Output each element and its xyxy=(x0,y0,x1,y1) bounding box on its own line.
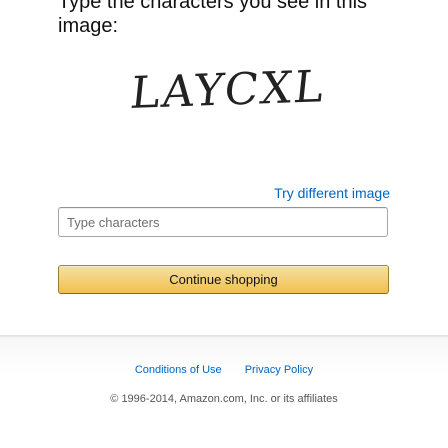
privacy-policy-link[interactable]: Privacy Policy xyxy=(245,364,313,376)
try-different-image-row: Try different image xyxy=(274,185,390,201)
captcha-prompt-text: Type the characters you see in this imag… xyxy=(58,0,368,37)
conditions-of-use-link[interactable]: Conditions of Use xyxy=(135,364,222,376)
captcha-characters: LAYCXL xyxy=(128,61,328,119)
copyright-text: © 1996-2014, Amazon.com, Inc. or its aff… xyxy=(110,393,338,405)
footer-links: Conditions of Use Privacy Policy xyxy=(0,364,448,376)
captcha-page: Type the characters you see in this imag… xyxy=(0,0,448,448)
continue-shopping-button-label: Continue shopping xyxy=(169,272,278,287)
try-different-image-link[interactable]: Try different image xyxy=(274,185,390,201)
captcha-input[interactable] xyxy=(58,207,388,237)
continue-shopping-button[interactable]: Continue shopping xyxy=(58,265,389,294)
captcha-image: LAYCXL xyxy=(58,50,358,150)
